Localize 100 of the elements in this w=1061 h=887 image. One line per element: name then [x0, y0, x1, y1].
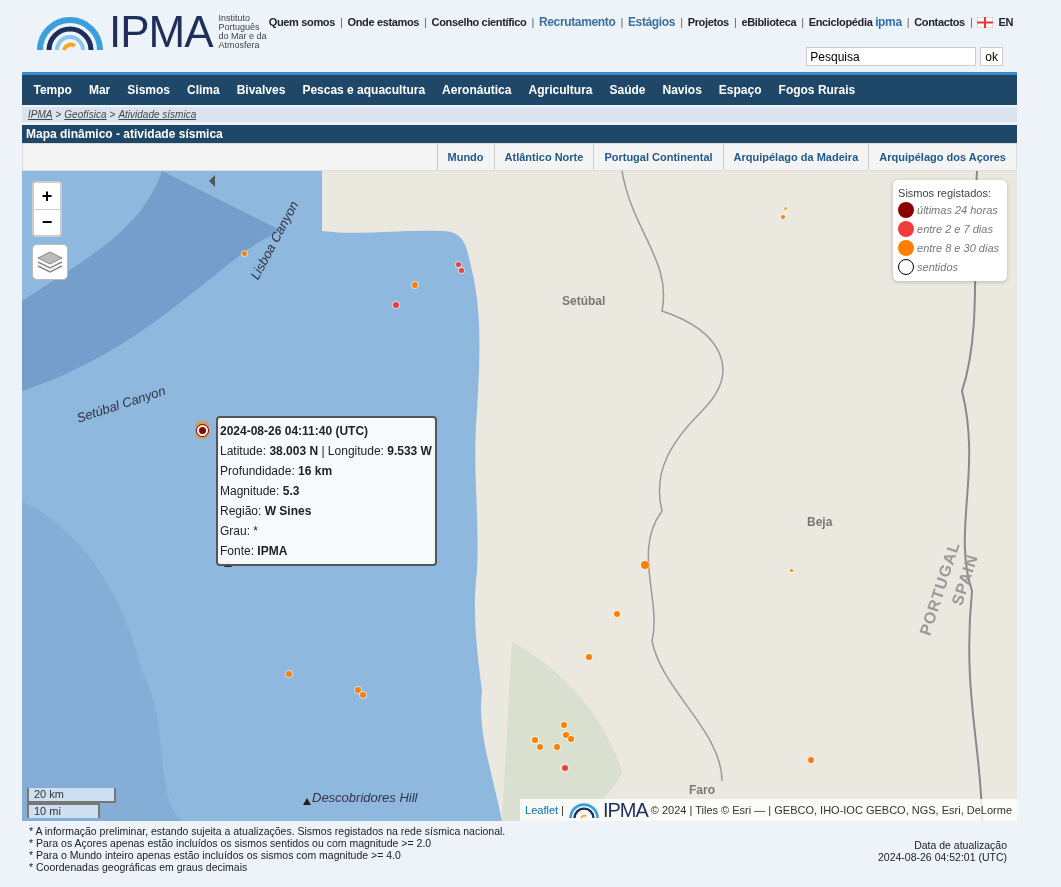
earthquake-dot-icon[interactable] — [781, 215, 785, 219]
earthquake-dot-icon[interactable] — [789, 568, 793, 572]
leaflet-link[interactable]: Leaflet — [525, 804, 559, 816]
popup-line: Magnitude: 5.3 — [220, 483, 301, 500]
earthquake-dot-icon[interactable] — [614, 611, 620, 617]
region-tab[interactable]: Arquipélago da Madeira — [722, 144, 869, 170]
earthquake-dot-icon[interactable] — [641, 561, 649, 569]
nav-link[interactable]: Mar — [80, 83, 119, 97]
popup-title: 2024-08-26 04:11:40 (UTC) — [220, 423, 370, 440]
earthquake-dot-icon[interactable] — [532, 737, 538, 743]
nav-link[interactable]: Pescas e aquacultura — [293, 83, 434, 97]
top-link[interactable]: eBiblioteca — [741, 16, 797, 28]
nav-link[interactable]: Saúde — [601, 83, 654, 97]
legend-label: entre 8 e 30 dias — [917, 242, 999, 254]
logo-wordmark: IPMA — [109, 10, 213, 54]
footnote: * Coordenadas geográficas em graus decimais — [29, 861, 249, 873]
footnote: * A informação preliminar, estando sujeita a atualizações. Sismos registados na rede sísmica nacional. — [29, 825, 506, 837]
nav-link[interactable]: Bivalves — [228, 83, 294, 97]
page-title: Mapa dinâmico - atividade sísmica — [26, 127, 223, 141]
map-label: Descobridores Hill — [312, 790, 418, 805]
link-separator: | — [733, 16, 737, 28]
earthquake-dot-icon[interactable] — [458, 267, 464, 273]
nav-link[interactable]: Clima — [178, 83, 229, 97]
nav-link[interactable]: Sismos — [118, 83, 179, 97]
footnote: * Para os Açores apenas estão incluídos os sismos sentidos ou com magnitude >= 2.0 — [29, 837, 433, 849]
link-separator: | — [424, 16, 427, 28]
attribution-text: © 2024 | Tiles © Esri — | GEBCO, IHO-IOC GEBCO, NGS, Esri, DeLorme — [650, 804, 1012, 816]
update-time: 2024-08-26 04:52:01 (UTC) — [878, 851, 1007, 863]
popup-line: Profundidade: 16 km — [220, 463, 334, 480]
earthquake-dot-icon[interactable] — [808, 757, 814, 763]
earthquake-dot-icon[interactable] — [412, 282, 418, 288]
link-separator: | — [906, 16, 910, 28]
earthquake-dot-icon[interactable] — [241, 250, 247, 256]
earthquake-dot-icon[interactable] — [537, 744, 543, 750]
nav-link[interactable]: Agricultura — [519, 83, 601, 97]
earthquake-dot-icon[interactable] — [783, 206, 787, 210]
popup-line: Fonte: IPMA — [220, 543, 289, 560]
top-link[interactable]: Enciclopédia ipma — [808, 15, 902, 29]
link-separator: | — [620, 16, 623, 28]
earthquake-dot-icon[interactable] — [561, 722, 567, 728]
flag-icon[interactable] — [977, 16, 994, 28]
top-link[interactable]: Contactos — [914, 16, 965, 28]
attribution-separator: | — [561, 804, 564, 816]
breadcrumb-link[interactable]: Geofísica — [64, 109, 107, 120]
scale-bar: 10 mi — [27, 803, 100, 818]
earthquake-marker[interactable] — [195, 421, 209, 439]
region-tab[interactable]: Mundo — [436, 144, 494, 170]
earthquake-dot-icon[interactable] — [554, 744, 560, 750]
legend-label: entre 2 e 7 dias — [917, 223, 993, 235]
earthquake-dot-icon[interactable] — [455, 261, 461, 267]
map-label: Beja — [807, 515, 833, 529]
popup-pointer-icon — [209, 175, 215, 187]
region-tab[interactable]: Atlântico Norte — [493, 144, 594, 170]
earthquake-dot-icon[interactable] — [360, 692, 366, 698]
top-link[interactable]: Onde estamos — [347, 16, 420, 28]
footnote: * Para o Mundo inteiro apenas estão incluídos os sismos com magnitude >= 4.0 — [29, 849, 402, 861]
earthquake-dot-icon[interactable] — [286, 671, 292, 677]
breadcrumb-link[interactable]: IPMA — [28, 109, 53, 120]
region-tab[interactable]: Portugal Continental — [593, 144, 723, 170]
zoom-out-button[interactable]: − — [34, 209, 60, 235]
breadcrumb-separator: > — [109, 109, 116, 120]
map-label: Setúbal — [562, 294, 606, 308]
breadcrumb-link[interactable]: Atividade sísmica — [118, 109, 197, 120]
scale-bar: 20 km — [27, 788, 116, 803]
top-link[interactable]: Conselho científico — [431, 16, 527, 28]
nav-link[interactable]: Navios — [654, 83, 711, 97]
region-tab[interactable]: Arquipélago dos Açores — [868, 144, 1016, 170]
earthquake-dot-icon[interactable] — [586, 654, 592, 660]
link-separator: | — [969, 16, 973, 28]
earthquake-dot-icon[interactable] — [355, 687, 361, 693]
search-field[interactable]: Pesquisa — [806, 47, 977, 66]
nav-link[interactable]: Aeronáutica — [433, 83, 520, 97]
top-link[interactable]: Projetos — [687, 16, 729, 28]
top-link[interactable]: Estágios — [627, 15, 676, 29]
nav-link[interactable]: Tempo — [25, 83, 81, 97]
map-label: Setúbal Canyon — [74, 382, 168, 426]
legend-label: últimas 24 horas — [917, 204, 998, 216]
legend-label: sentidos — [917, 261, 959, 273]
nav-link[interactable]: Espaço — [710, 83, 771, 97]
logo-subtitle: Instituto Português do Mar e da Atmosfera — [218, 14, 267, 50]
top-link[interactable]: Recrutamento — [538, 15, 616, 29]
layers-icon — [37, 250, 63, 274]
popup-line: Região: W Sines — [220, 503, 313, 520]
language-link[interactable]: EN — [998, 16, 1013, 28]
link-separator: | — [680, 16, 683, 28]
layers-button[interactable] — [32, 244, 68, 280]
legend-title: Sismos registados: — [898, 187, 992, 199]
search-button[interactable]: ok — [980, 47, 1003, 66]
earthquake-dot-icon[interactable] — [568, 736, 574, 742]
earthquake-dot-icon[interactable] — [562, 765, 568, 771]
map-label: Faro — [689, 783, 715, 797]
popup-line: Latitude: 38.003 N | Longitude: 9.533 W — [220, 443, 433, 460]
link-separator: | — [339, 16, 343, 28]
link-separator: | — [801, 16, 804, 28]
breadcrumb-separator: > — [55, 109, 62, 120]
nav-link[interactable]: Fogos Rurais — [770, 83, 864, 97]
top-link[interactable]: Quem somos — [268, 16, 335, 28]
earthquake-dot-icon[interactable] — [393, 302, 399, 308]
update-label: Data de atualização — [913, 839, 1007, 851]
earthquake-dot-icon[interactable] — [563, 732, 569, 738]
